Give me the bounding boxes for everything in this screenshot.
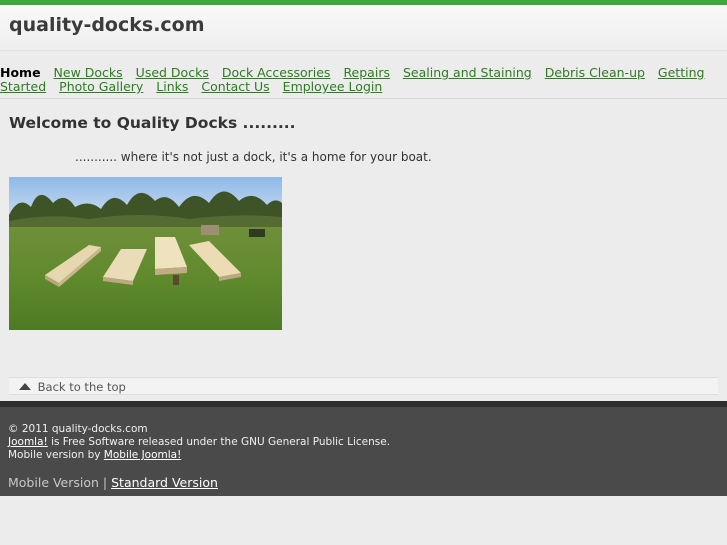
nav-item-new-docks[interactable]: New Docks	[54, 65, 123, 80]
nav-item-repairs[interactable]: Repairs	[343, 65, 390, 80]
site-footer: © 2011 quality-docks.com Joomla! is Free…	[0, 401, 727, 496]
page-title: Welcome to Quality Docks .........	[9, 114, 296, 132]
tagline-text: ........... where it's not just a dock, …	[75, 150, 432, 164]
nav-item-used-docks[interactable]: Used Docks	[136, 65, 209, 80]
nav-item-home[interactable]: Home	[0, 65, 41, 80]
mobile-credit-line: Mobile version by Mobile Joomla!	[8, 449, 719, 462]
main-navigation: Home New Docks Used Docks Dock Accessori…	[0, 66, 727, 99]
nav-item-contact-us[interactable]: Contact Us	[201, 79, 269, 94]
version-switcher: Mobile Version | Standard Version	[8, 476, 719, 489]
joomla-link[interactable]: Joomla!	[8, 436, 48, 448]
triangle-up-icon	[19, 383, 31, 390]
joomla-license-text: is Free Software released under the GNU …	[47, 436, 391, 448]
mobile-joomla-link[interactable]: Mobile Joomla!	[104, 449, 182, 461]
site-title[interactable]: quality-docks.com	[9, 14, 718, 36]
back-to-top-link[interactable]: Back to the top	[38, 380, 126, 394]
site-header: quality-docks.com	[0, 5, 727, 51]
nav-item-photo-gallery[interactable]: Photo Gallery	[59, 79, 143, 94]
version-separator: |	[98, 475, 112, 490]
nav-item-dock-accessories[interactable]: Dock Accessories	[222, 65, 331, 80]
nav-item-links[interactable]: Links	[156, 79, 188, 94]
nav-item-sealing-staining[interactable]: Sealing and Staining	[403, 65, 532, 80]
mobile-credit-text: Mobile version by	[8, 449, 104, 461]
standard-version-link[interactable]: Standard Version	[111, 475, 218, 490]
mobile-version-label: Mobile Version	[8, 475, 99, 490]
copyright-text: © 2011 quality-docks.com	[8, 423, 148, 435]
nav-item-employee-login[interactable]: Employee Login	[283, 79, 383, 94]
joomla-license-line: Joomla! is Free Software released under …	[8, 436, 719, 449]
nav-item-debris-cleanup[interactable]: Debris Clean-up	[545, 65, 645, 80]
back-to-top-bar[interactable]: Back to the top	[9, 377, 718, 395]
docks-photo	[9, 177, 282, 330]
